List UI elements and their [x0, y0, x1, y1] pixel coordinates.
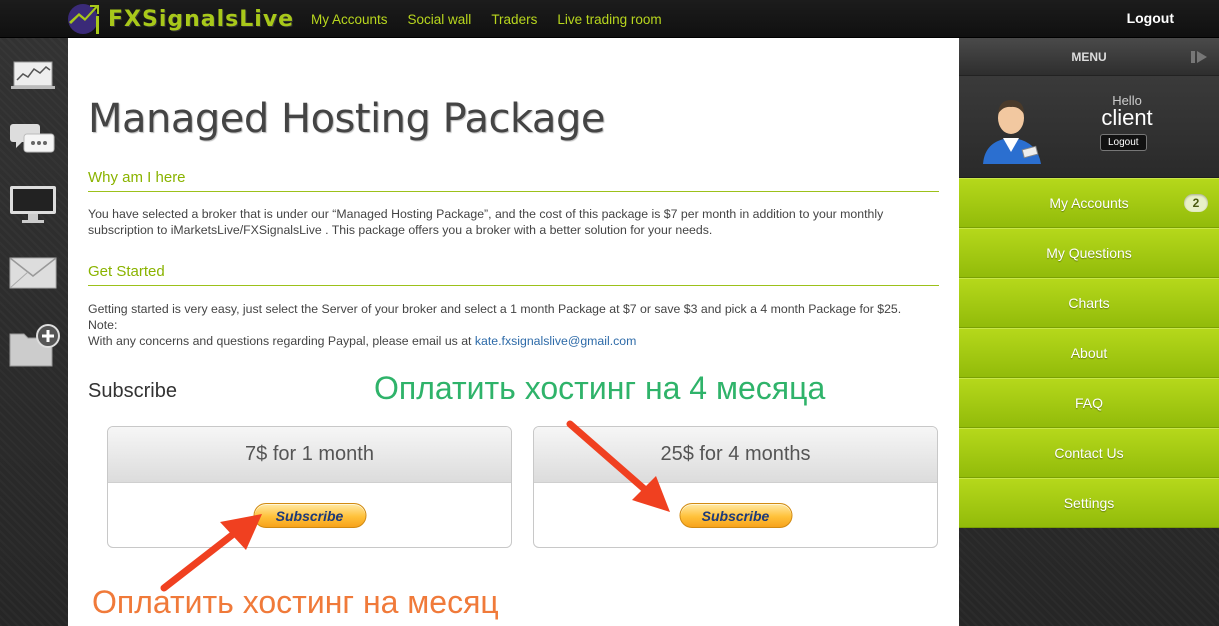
user-profile: Hello client Logout: [959, 76, 1219, 178]
menu-item-label: FAQ: [1074, 395, 1103, 411]
chart-screen-icon[interactable]: [8, 56, 58, 100]
top-logout-link[interactable]: Logout: [1127, 10, 1174, 26]
get-started-heading: Get Started: [88, 263, 939, 286]
chat-bubbles-icon[interactable]: [8, 118, 58, 162]
why-text: You have selected a broker that is under…: [88, 207, 884, 237]
nav-traders[interactable]: Traders: [491, 12, 537, 27]
annotation-4-months: Оплатить хостинг на 4 месяца: [374, 370, 826, 406]
menu-item-about[interactable]: About: [959, 328, 1219, 378]
arrow-to-4-months-icon: [566, 420, 670, 512]
side-menu: MENU Hello client Logout My Accounts 2 M…: [959, 38, 1219, 626]
menu-item-label: About: [1070, 345, 1108, 361]
menu-item-charts[interactable]: Charts: [959, 278, 1219, 328]
menu-item-my-questions[interactable]: My Questions: [959, 228, 1219, 278]
menu-item-faq[interactable]: FAQ: [959, 378, 1219, 428]
menu-title: MENU: [1071, 49, 1107, 64]
menu-item-label: Contact Us: [1054, 445, 1124, 461]
left-icon-rail: [0, 38, 66, 626]
accounts-count-badge: 2: [1184, 194, 1208, 212]
logo-mark-icon: [66, 2, 104, 36]
menu-item-label: My Questions: [1046, 245, 1132, 261]
support-email-link[interactable]: kate.fxsignalslive@gmail.com: [475, 334, 636, 348]
page-title: Managed Hosting Package: [88, 96, 605, 142]
mail-icon[interactable]: [8, 252, 58, 296]
note-label: Note:: [88, 318, 118, 332]
top-nav: My Accounts Social wall Traders Live tra…: [311, 0, 682, 38]
add-folder-icon[interactable]: [8, 322, 60, 367]
note-line: With any concerns and questions regardin…: [88, 333, 948, 349]
collapse-menu-icon[interactable]: [1191, 49, 1209, 65]
username: client: [1101, 105, 1153, 130]
menu-item-label: Settings: [1063, 495, 1115, 511]
menu-item-settings[interactable]: Settings: [959, 478, 1219, 528]
get-started-text: Getting started is very easy, just selec…: [88, 301, 948, 349]
top-bar: FXSignalsLive My Accounts Social wall Tr…: [0, 0, 1219, 38]
main-content: Managed Hosting Package Why am I here Yo…: [68, 38, 959, 626]
get-started-line: Getting started is very easy, just selec…: [88, 302, 902, 316]
package-title: 7$ for 1 month: [108, 427, 511, 483]
menu-item-label: My Accounts: [1049, 195, 1129, 211]
annotation-1-month: Оплатить хостинг на месяц: [92, 584, 499, 620]
menu-item-my-accounts[interactable]: My Accounts 2: [959, 178, 1219, 228]
logo-text: FXSignalsLive: [108, 6, 295, 32]
nav-social-wall[interactable]: Social wall: [408, 12, 472, 27]
monitor-icon[interactable]: [8, 182, 58, 226]
brand-logo[interactable]: FXSignalsLive: [66, 2, 294, 36]
menu-header: MENU: [959, 38, 1219, 76]
subscribe-4-months-button[interactable]: Subscribe: [679, 503, 792, 528]
user-avatar-icon: [983, 100, 1041, 164]
nav-live-trading-room[interactable]: Live trading room: [557, 12, 661, 27]
menu-item-label: Charts: [1068, 295, 1110, 311]
menu-item-contact-us[interactable]: Contact Us: [959, 428, 1219, 478]
profile-logout-button[interactable]: Logout: [1100, 134, 1147, 151]
nav-my-accounts[interactable]: My Accounts: [311, 12, 388, 27]
note-text: With any concerns and questions regardin…: [88, 334, 475, 348]
subscribe-heading: Subscribe: [88, 380, 177, 402]
why-heading: Why am I here: [88, 169, 939, 192]
